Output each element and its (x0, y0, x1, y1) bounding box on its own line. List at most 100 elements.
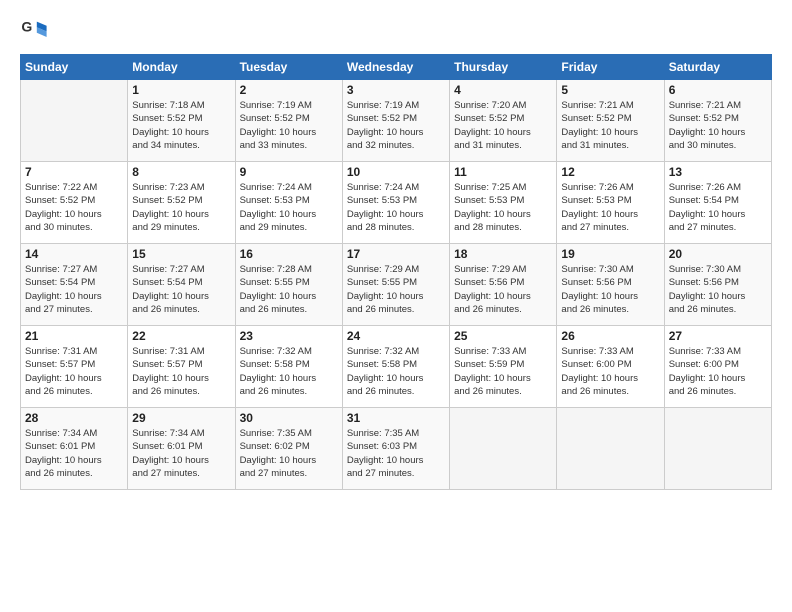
day-info: Sunrise: 7:23 AMSunset: 5:52 PMDaylight:… (132, 181, 230, 234)
day-info: Sunrise: 7:24 AMSunset: 5:53 PMDaylight:… (347, 181, 445, 234)
calendar-cell: 18 Sunrise: 7:29 AMSunset: 5:56 PMDayligh… (450, 244, 557, 326)
day-info: Sunrise: 7:19 AMSunset: 5:52 PMDaylight:… (240, 99, 338, 152)
day-number: 2 (240, 83, 338, 97)
day-number: 14 (25, 247, 123, 261)
calendar-cell (450, 408, 557, 490)
calendar-cell: 23 Sunrise: 7:32 AMSunset: 5:58 PMDayligh… (235, 326, 342, 408)
calendar-cell: 27Sunrise: 7:33 AMSunset: 6:00 PMDayligh… (664, 326, 771, 408)
weekday-tuesday: Tuesday (235, 55, 342, 80)
day-number: 25 (454, 329, 552, 343)
day-number: 10 (347, 165, 445, 179)
day-info: Sunrise: 7:31 AMSunset: 5:57 PMDaylight:… (132, 345, 230, 398)
calendar-cell: 14 Sunrise: 7:27 AMSunset: 5:54 PMDayligh… (21, 244, 128, 326)
day-number: 6 (669, 83, 767, 97)
calendar-cell: 31Sunrise: 7:35 AMSunset: 6:03 PMDayligh… (342, 408, 449, 490)
calendar-cell (557, 408, 664, 490)
day-info: Sunrise: 7:30 AMSunset: 5:56 PMDaylight:… (669, 263, 767, 316)
weekday-monday: Monday (128, 55, 235, 80)
day-info: Sunrise: 7:21 AMSunset: 5:52 PMDaylight:… (561, 99, 659, 152)
calendar-cell: 21 Sunrise: 7:31 AMSunset: 5:57 PMDayligh… (21, 326, 128, 408)
day-number: 9 (240, 165, 338, 179)
day-info: Sunrise: 7:19 AMSunset: 5:52 PMDaylight:… (347, 99, 445, 152)
calendar-cell: 29 Sunrise: 7:34 AMSunset: 6:01 PMDayligh… (128, 408, 235, 490)
day-number: 31 (347, 411, 445, 425)
day-info: Sunrise: 7:25 AMSunset: 5:53 PMDaylight:… (454, 181, 552, 234)
page: G SundayMondayTuesdayWednesdayThursdayFr… (0, 0, 792, 612)
day-info: Sunrise: 7:34 AMSunset: 6:01 PMDaylight:… (25, 427, 123, 480)
day-number: 11 (454, 165, 552, 179)
day-info: Sunrise: 7:29 AMSunset: 5:56 PMDaylight:… (454, 263, 552, 316)
calendar: SundayMondayTuesdayWednesdayThursdayFrid… (20, 54, 772, 490)
calendar-cell: 25 Sunrise: 7:33 AMSunset: 5:59 PMDayligh… (450, 326, 557, 408)
calendar-cell: 17 Sunrise: 7:29 AMSunset: 5:55 PMDayligh… (342, 244, 449, 326)
day-info: Sunrise: 7:31 AMSunset: 5:57 PMDaylight:… (25, 345, 123, 398)
calendar-cell: 16 Sunrise: 7:28 AMSunset: 5:55 PMDayligh… (235, 244, 342, 326)
day-info: Sunrise: 7:32 AMSunset: 5:58 PMDaylight:… (347, 345, 445, 398)
week-row-3: 14 Sunrise: 7:27 AMSunset: 5:54 PMDayligh… (21, 244, 772, 326)
calendar-cell: 13 Sunrise: 7:26 AMSunset: 5:54 PMDayligh… (664, 162, 771, 244)
header: G (20, 16, 772, 44)
day-info: Sunrise: 7:18 AMSunset: 5:52 PMDaylight:… (132, 99, 230, 152)
day-number: 23 (240, 329, 338, 343)
day-info: Sunrise: 7:26 AMSunset: 5:54 PMDaylight:… (669, 181, 767, 234)
day-info: Sunrise: 7:34 AMSunset: 6:01 PMDaylight:… (132, 427, 230, 480)
weekday-friday: Friday (557, 55, 664, 80)
week-row-4: 21 Sunrise: 7:31 AMSunset: 5:57 PMDayligh… (21, 326, 772, 408)
calendar-cell: 4 Sunrise: 7:20 AMSunset: 5:52 PMDaylight… (450, 80, 557, 162)
weekday-thursday: Thursday (450, 55, 557, 80)
calendar-cell: 19 Sunrise: 7:30 AMSunset: 5:56 PMDayligh… (557, 244, 664, 326)
calendar-cell: 30 Sunrise: 7:35 AMSunset: 6:02 PMDayligh… (235, 408, 342, 490)
day-number: 4 (454, 83, 552, 97)
day-number: 18 (454, 247, 552, 261)
weekday-header-row: SundayMondayTuesdayWednesdayThursdayFrid… (21, 55, 772, 80)
day-info: Sunrise: 7:35 AMSunset: 6:02 PMDaylight:… (240, 427, 338, 480)
calendar-cell: 8 Sunrise: 7:23 AMSunset: 5:52 PMDaylight… (128, 162, 235, 244)
day-number: 22 (132, 329, 230, 343)
svg-text:G: G (21, 18, 32, 34)
calendar-cell: 22 Sunrise: 7:31 AMSunset: 5:57 PMDayligh… (128, 326, 235, 408)
day-number: 5 (561, 83, 659, 97)
day-info: Sunrise: 7:30 AMSunset: 5:56 PMDaylight:… (561, 263, 659, 316)
day-number: 28 (25, 411, 123, 425)
day-info: Sunrise: 7:33 AMSunset: 6:00 PMDaylight:… (561, 345, 659, 398)
day-info: Sunrise: 7:28 AMSunset: 5:55 PMDaylight:… (240, 263, 338, 316)
day-number: 26 (561, 329, 659, 343)
day-info: Sunrise: 7:29 AMSunset: 5:55 PMDaylight:… (347, 263, 445, 316)
day-number: 15 (132, 247, 230, 261)
week-row-2: 7Sunrise: 7:22 AMSunset: 5:52 PMDaylight… (21, 162, 772, 244)
calendar-cell: 10 Sunrise: 7:24 AMSunset: 5:53 PMDayligh… (342, 162, 449, 244)
calendar-cell: 24Sunrise: 7:32 AMSunset: 5:58 PMDayligh… (342, 326, 449, 408)
day-info: Sunrise: 7:24 AMSunset: 5:53 PMDaylight:… (240, 181, 338, 234)
day-number: 20 (669, 247, 767, 261)
calendar-cell: 11 Sunrise: 7:25 AMSunset: 5:53 PMDayligh… (450, 162, 557, 244)
day-info: Sunrise: 7:20 AMSunset: 5:52 PMDaylight:… (454, 99, 552, 152)
day-number: 21 (25, 329, 123, 343)
day-number: 19 (561, 247, 659, 261)
calendar-cell: 1Sunrise: 7:18 AMSunset: 5:52 PMDaylight… (128, 80, 235, 162)
day-number: 29 (132, 411, 230, 425)
logo: G (20, 16, 52, 44)
weekday-wednesday: Wednesday (342, 55, 449, 80)
day-info: Sunrise: 7:32 AMSunset: 5:58 PMDaylight:… (240, 345, 338, 398)
calendar-cell: 9 Sunrise: 7:24 AMSunset: 5:53 PMDaylight… (235, 162, 342, 244)
weekday-sunday: Sunday (21, 55, 128, 80)
day-info: Sunrise: 7:27 AMSunset: 5:54 PMDaylight:… (25, 263, 123, 316)
day-number: 8 (132, 165, 230, 179)
calendar-header: SundayMondayTuesdayWednesdayThursdayFrid… (21, 55, 772, 80)
day-info: Sunrise: 7:33 AMSunset: 5:59 PMDaylight:… (454, 345, 552, 398)
day-number: 17 (347, 247, 445, 261)
calendar-cell: 20 Sunrise: 7:30 AMSunset: 5:56 PMDayligh… (664, 244, 771, 326)
weekday-saturday: Saturday (664, 55, 771, 80)
day-number: 16 (240, 247, 338, 261)
calendar-body: 1Sunrise: 7:18 AMSunset: 5:52 PMDaylight… (21, 80, 772, 490)
day-number: 7 (25, 165, 123, 179)
day-number: 30 (240, 411, 338, 425)
calendar-cell: 28 Sunrise: 7:34 AMSunset: 6:01 PMDayligh… (21, 408, 128, 490)
calendar-cell (664, 408, 771, 490)
day-info: Sunrise: 7:33 AMSunset: 6:00 PMDaylight:… (669, 345, 767, 398)
calendar-cell: 15Sunrise: 7:27 AMSunset: 5:54 PMDayligh… (128, 244, 235, 326)
calendar-cell: 7Sunrise: 7:22 AMSunset: 5:52 PMDaylight… (21, 162, 128, 244)
calendar-cell: 12Sunrise: 7:26 AMSunset: 5:53 PMDayligh… (557, 162, 664, 244)
day-info: Sunrise: 7:26 AMSunset: 5:53 PMDaylight:… (561, 181, 659, 234)
day-number: 13 (669, 165, 767, 179)
